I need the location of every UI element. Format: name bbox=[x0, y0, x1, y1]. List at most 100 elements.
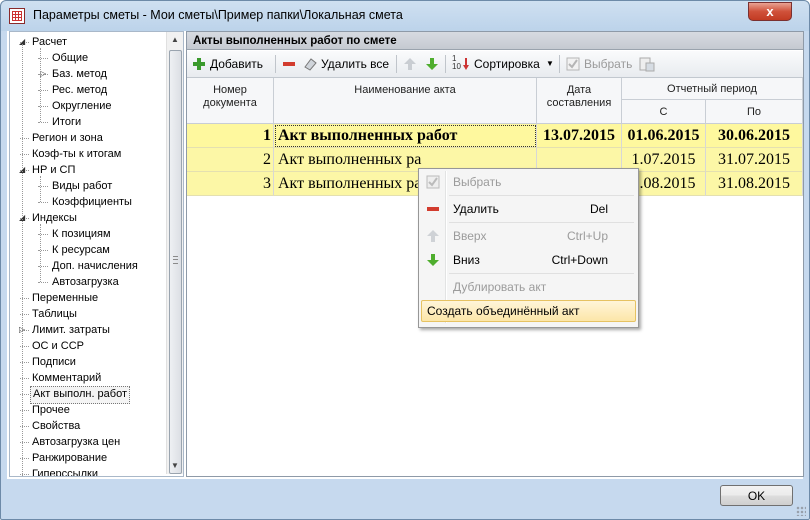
table-row[interactable]: 1 Акт выполненных работ 13.07.2015 01.06.20… bbox=[187, 124, 803, 148]
export-icon bbox=[639, 57, 655, 72]
cell-doc-number[interactable]: 2 bbox=[187, 148, 274, 172]
tree-item[interactable]: НР и СП bbox=[30, 162, 77, 178]
arrow-down-icon bbox=[427, 254, 439, 266]
tree-item[interactable]: Комментарий bbox=[30, 370, 103, 386]
checkbox-icon bbox=[566, 57, 580, 71]
panel-title: Акты выполненных работ по смете bbox=[187, 32, 803, 50]
resize-grip-icon[interactable] bbox=[796, 506, 806, 516]
expanded-triangle-icon[interactable]: ◢ bbox=[19, 166, 27, 174]
scroll-thumb[interactable] bbox=[169, 50, 182, 474]
toolbar-separator bbox=[559, 55, 560, 73]
menu-item-delete[interactable]: Удалить Del bbox=[421, 198, 636, 220]
tree-item[interactable]: Баз. метод bbox=[50, 66, 109, 82]
cell-period-from[interactable]: 01.06.2015 bbox=[622, 124, 706, 148]
menu-item-label: Вверх bbox=[453, 229, 487, 243]
move-down-button[interactable] bbox=[425, 55, 439, 73]
menu-separator bbox=[449, 222, 634, 223]
menu-item-label: Создать объединённый акт bbox=[427, 304, 580, 318]
menu-item-create-merged-act[interactable]: Создать объединённый акт bbox=[421, 300, 636, 322]
toolbar-separator bbox=[445, 55, 446, 73]
title-bar[interactable]: Параметры сметы - Мои сметы\Пример папки… bbox=[1, 1, 809, 31]
ok-button[interactable]: OK bbox=[720, 485, 793, 506]
export-button[interactable] bbox=[639, 55, 655, 73]
select-label: Выбрать bbox=[584, 57, 633, 71]
tree-item[interactable]: Виды работ bbox=[50, 178, 114, 194]
chevron-down-icon: ▼ bbox=[546, 59, 554, 68]
tree-item[interactable]: Прочее bbox=[30, 402, 72, 418]
tree-scrollbar[interactable]: ▲ ▼ bbox=[166, 32, 183, 474]
tree-item[interactable]: Расчет bbox=[30, 34, 69, 50]
tree-item[interactable]: Общие bbox=[50, 50, 90, 66]
sort-label: Сортировка bbox=[474, 57, 540, 71]
tree-item[interactable]: Индексы bbox=[30, 210, 79, 226]
tree-item[interactable]: Коэф-ты к итогам bbox=[30, 146, 123, 162]
eraser-icon bbox=[304, 58, 317, 71]
menu-item-select[interactable]: Выбрать bbox=[421, 171, 636, 193]
header-period-from[interactable]: С bbox=[622, 100, 706, 124]
close-button[interactable]: x bbox=[748, 2, 792, 21]
tree-item[interactable]: К ресурсам bbox=[50, 242, 112, 258]
tree-item[interactable]: Переменные bbox=[30, 290, 100, 306]
dialog-window: Параметры сметы - Мои сметы\Пример папки… bbox=[0, 0, 810, 520]
scroll-down-arrow-icon[interactable]: ▼ bbox=[167, 458, 183, 474]
menu-item-shortcut: Ctrl+Down bbox=[551, 253, 608, 267]
header-act-name[interactable]: Наименование акта bbox=[274, 78, 537, 124]
move-up-button[interactable] bbox=[403, 55, 417, 73]
tree-connector bbox=[40, 48, 41, 122]
sort-icon: 1 10 bbox=[452, 54, 461, 71]
cell-date[interactable]: 13.07.2015 bbox=[537, 124, 622, 148]
menu-separator bbox=[449, 273, 634, 274]
delete-button[interactable] bbox=[283, 55, 295, 73]
tree-connector bbox=[38, 202, 48, 203]
collapsed-triangle-icon[interactable]: ▷ bbox=[19, 326, 27, 334]
menu-item-label: Удалить bbox=[453, 202, 499, 216]
cell-period-to[interactable]: 30.06.2015 bbox=[706, 124, 803, 148]
header-period-to[interactable]: По bbox=[706, 100, 803, 124]
tree-item[interactable]: Автозагрузка bbox=[50, 274, 121, 290]
collapsed-triangle-icon[interactable]: ▷ bbox=[40, 70, 48, 78]
cell-act-name[interactable]: Акт выполненных работ bbox=[274, 124, 537, 148]
tree-connector bbox=[40, 224, 41, 282]
scroll-up-arrow-icon[interactable]: ▲ bbox=[167, 32, 183, 48]
menu-item-move-down[interactable]: Вниз Ctrl+Down bbox=[421, 249, 636, 271]
estimate-grid-icon bbox=[9, 8, 25, 24]
arrow-up-icon bbox=[427, 230, 439, 242]
tree-item[interactable]: Гиперссылки bbox=[30, 466, 100, 476]
tree-connector bbox=[40, 176, 41, 202]
expanded-triangle-icon[interactable]: ◢ bbox=[19, 214, 27, 222]
cell-period-to[interactable]: 31.07.2015 bbox=[706, 148, 803, 172]
grip-icon bbox=[173, 256, 178, 264]
context-menu: Выбрать Удалить Del Вверх Ctrl+Up Вниз C… bbox=[418, 168, 639, 328]
tree-item[interactable]: Доп. начисления bbox=[50, 258, 140, 274]
tree-item[interactable]: Лимит. затраты bbox=[30, 322, 112, 338]
cell-doc-number[interactable]: 1 bbox=[187, 124, 274, 148]
tree-item[interactable]: ОС и ССР bbox=[30, 338, 86, 354]
expanded-triangle-icon[interactable]: ◢ bbox=[19, 38, 27, 46]
menu-item-duplicate[interactable]: Дублировать акт bbox=[421, 276, 636, 298]
tree-item[interactable]: Коэффициенты bbox=[50, 194, 134, 210]
tree-connector bbox=[38, 282, 48, 283]
tree-item[interactable]: Таблицы bbox=[30, 306, 79, 322]
tree-item[interactable]: Ранжирование bbox=[30, 450, 109, 466]
cell-doc-number[interactable]: 3 bbox=[187, 172, 274, 196]
tree-item[interactable]: Рес. метод bbox=[50, 82, 109, 98]
tree-connector bbox=[22, 44, 23, 476]
tree-item[interactable]: Подписи bbox=[30, 354, 78, 370]
cell-period-to[interactable]: 31.08.2015 bbox=[706, 172, 803, 196]
tree-item[interactable]: Регион и зона bbox=[30, 130, 105, 146]
checkbox-icon bbox=[426, 175, 440, 189]
menu-separator bbox=[449, 195, 634, 196]
tree-connector bbox=[38, 122, 48, 123]
menu-item-label: Вниз bbox=[453, 253, 480, 267]
tree-item[interactable]: Свойства bbox=[30, 418, 82, 434]
tree-item[interactable]: Итоги bbox=[50, 114, 83, 130]
header-doc-number[interactable]: Номер документа bbox=[187, 78, 274, 124]
header-date[interactable]: Дата составления bbox=[537, 78, 622, 124]
settings-tree: Расчет ◢ Общие Баз. метод ▷ Рес. метод Округле… bbox=[9, 31, 184, 477]
menu-item-move-up[interactable]: Вверх Ctrl+Up bbox=[421, 225, 636, 247]
dialog-client-area: Расчет ◢ Общие Баз. метод ▷ Рес. метод Округле… bbox=[7, 31, 804, 479]
toolbar-separator bbox=[275, 55, 276, 73]
tree-item[interactable]: К позициям bbox=[50, 226, 113, 242]
tree-item[interactable]: Округление bbox=[50, 98, 114, 114]
tree-item[interactable]: Автозагрузка цен bbox=[30, 434, 122, 450]
